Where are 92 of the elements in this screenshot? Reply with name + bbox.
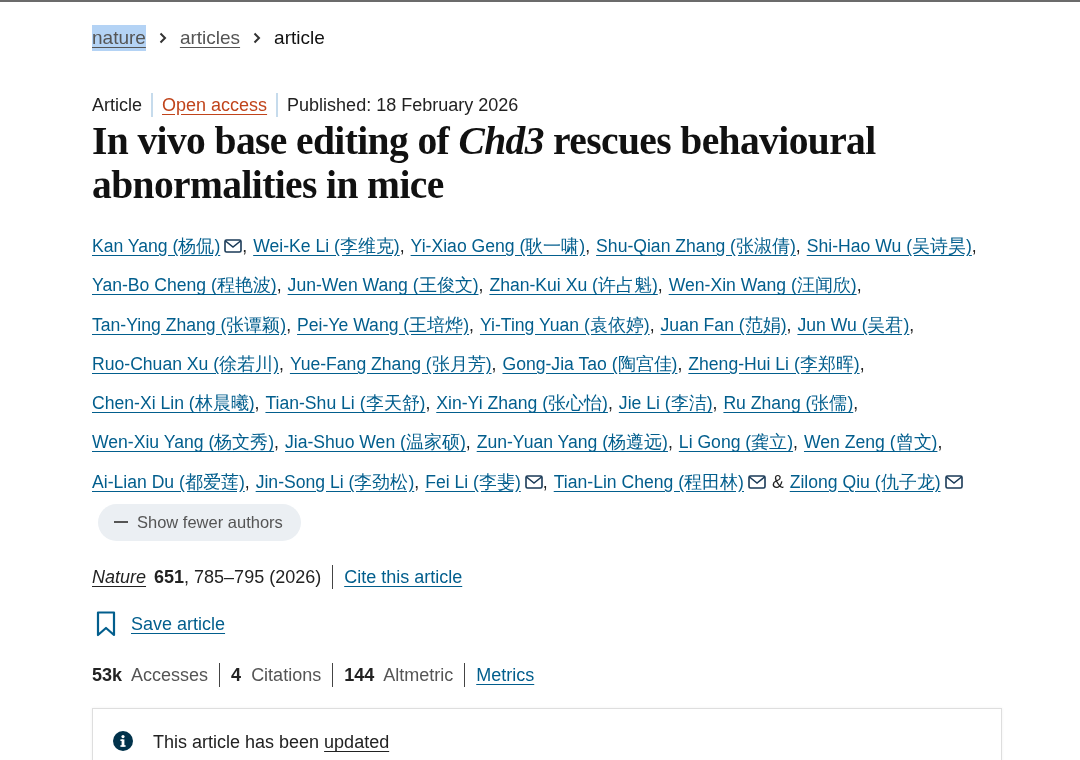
author-link[interactable]: Juan Fan (范娟)	[660, 314, 787, 335]
cite-article-link[interactable]: Cite this article	[344, 566, 463, 588]
author-link[interactable]: Pei-Ye Wang (王培烨)	[297, 314, 470, 335]
author-link[interactable]: Tian-Lin Cheng (程田林)	[553, 471, 744, 492]
author-separator: ,	[667, 432, 673, 453]
author-link[interactable]: Kan Yang (杨侃)	[92, 236, 221, 256]
author-link[interactable]: Jin-Song Li (李劲松)	[255, 471, 415, 492]
update-notice-text: This article has been updated	[153, 731, 390, 754]
author-separator: ,	[677, 353, 683, 374]
author-link[interactable]: Chen-Xi Lin (林晨曦)	[92, 393, 255, 414]
author-link[interactable]: Jun-Wen Wang (王俊文)	[287, 275, 479, 296]
envelope-icon[interactable]	[747, 474, 766, 489]
author-link[interactable]: Tan-Ying Zhang (张谭颖)	[92, 314, 287, 335]
author-link[interactable]: Tian-Shu Li (李天舒)	[265, 393, 426, 414]
author-link[interactable]: Yi-Ting Yuan (袁依婷)	[479, 314, 650, 335]
author-separator: ,	[254, 393, 260, 414]
journal-link[interactable]: Nature	[92, 566, 147, 588]
metrics-link[interactable]: Metrics	[476, 664, 535, 686]
author-separator: ,	[491, 353, 497, 374]
author-separator: ,	[585, 236, 591, 256]
author-link[interactable]: Ruo-Chuan Xu (徐若川)	[92, 353, 279, 374]
article-title: In vivo base editing of Chd3 rescues behavioural abnormalities in mice	[92, 119, 877, 207]
author-separator: ,	[712, 393, 718, 414]
author-link[interactable]: Wei-Ke Li (李维克)	[253, 236, 400, 256]
author-separator: ,	[793, 432, 798, 453]
author-link[interactable]: Wen-Xin Wang (汪闻欣)	[668, 275, 857, 296]
author-separator: ,	[856, 275, 862, 296]
author-link[interactable]: Fei Li (李斐)	[425, 471, 521, 492]
author-separator: ,	[465, 432, 471, 453]
author-link[interactable]: Yue-Fang Zhang (张月芳)	[289, 353, 492, 374]
author-link[interactable]: Jun Wu (吴君)	[797, 314, 910, 335]
author-separator: ,	[279, 353, 284, 374]
bookmark-icon[interactable]	[96, 611, 116, 638]
breadcrumb-link[interactable]: nature	[92, 25, 146, 51]
author-link[interactable]: Wen Zeng (曾文)	[803, 432, 938, 453]
author-separator: ,	[909, 314, 915, 335]
author-link[interactable]: Zheng-Hui Li (李郑晖)	[688, 353, 860, 374]
article-type: Article	[92, 94, 142, 116]
author-separator: ,	[244, 471, 250, 492]
metric-stat: 144 Altmetric	[344, 664, 454, 686]
author-link[interactable]: Jie Li (李洁)	[618, 393, 713, 414]
citation-details: 651, 785–795 (2026)	[154, 566, 322, 588]
save-article-link[interactable]: Save article	[131, 613, 226, 635]
author-link[interactable]: Jia-Shuo Wen (温家硕)	[285, 432, 466, 453]
author-separator: ,	[399, 236, 405, 256]
author-separator: ,	[853, 393, 859, 414]
author-separator: ,	[649, 314, 655, 335]
chevron-icon	[253, 32, 262, 44]
author-link[interactable]: Li Gong (龚立)	[678, 432, 794, 453]
author-separator: ,	[286, 314, 292, 335]
author-conjunction: &	[771, 471, 784, 492]
author-separator: ,	[274, 432, 279, 453]
info-icon	[113, 731, 133, 752]
author-separator: ,	[971, 236, 977, 256]
author-separator: ,	[276, 275, 282, 296]
author-link[interactable]: Ru Zhang (张儒)	[723, 393, 854, 414]
author-link[interactable]: Ai-Lian Du (都爱莲)	[92, 471, 245, 492]
updated-link[interactable]: updated	[324, 732, 390, 753]
envelope-icon[interactable]	[224, 239, 243, 253]
author-separator: ,	[657, 275, 663, 296]
author-separator: ,	[542, 471, 548, 492]
envelope-icon[interactable]	[944, 474, 963, 489]
envelope-icon[interactable]	[524, 474, 543, 489]
author-link[interactable]: Zhan-Kui Xu (许占魁)	[489, 275, 658, 296]
author-separator: ,	[469, 314, 474, 335]
author-link[interactable]: Shi-Hao Wu (吴诗昊)	[806, 236, 972, 256]
author-separator: ,	[478, 275, 484, 296]
author-link[interactable]: Yi-Xiao Geng (耿一啸)	[410, 236, 586, 256]
author-link[interactable]: Shu-Qian Zhang (张淑倩)	[596, 236, 796, 256]
open-access-link[interactable]: Open access	[162, 94, 268, 116]
author-link[interactable]: Yan-Bo Cheng (程艳波)	[92, 275, 277, 296]
breadcrumb-link[interactable]: articles	[179, 27, 241, 49]
author-link[interactable]: Xin-Yi Zhang (张心怡)	[436, 393, 608, 414]
author-separator: ,	[859, 353, 865, 374]
author-link[interactable]: Wen-Xiu Yang (杨文秀)	[92, 432, 275, 453]
chevron-icon	[158, 32, 167, 44]
author-separator: ,	[425, 393, 431, 414]
metric-stat: 53k Accesses	[92, 664, 209, 686]
author-link[interactable]: Zilong Qiu (仇子龙)	[789, 471, 941, 492]
show-fewer-authors-button[interactable]: Show fewer authors	[98, 503, 301, 541]
metric-stat: 4 Citations	[231, 664, 322, 686]
author-separator: ,	[937, 432, 943, 453]
breadcrumb-current: article	[274, 27, 325, 49]
author-separator: ,	[795, 236, 801, 256]
minus-icon	[114, 521, 128, 524]
author-separator: ,	[786, 314, 792, 335]
author-separator: ,	[242, 236, 248, 256]
published-date: Published: 18 February 2026	[287, 94, 519, 116]
author-link[interactable]: Zun-Yuan Yang (杨遵远)	[476, 432, 668, 453]
author-link[interactable]: Gong-Jia Tao (陶宫佳)	[502, 353, 678, 374]
author-separator: ,	[414, 471, 420, 492]
author-separator: ,	[607, 393, 613, 414]
